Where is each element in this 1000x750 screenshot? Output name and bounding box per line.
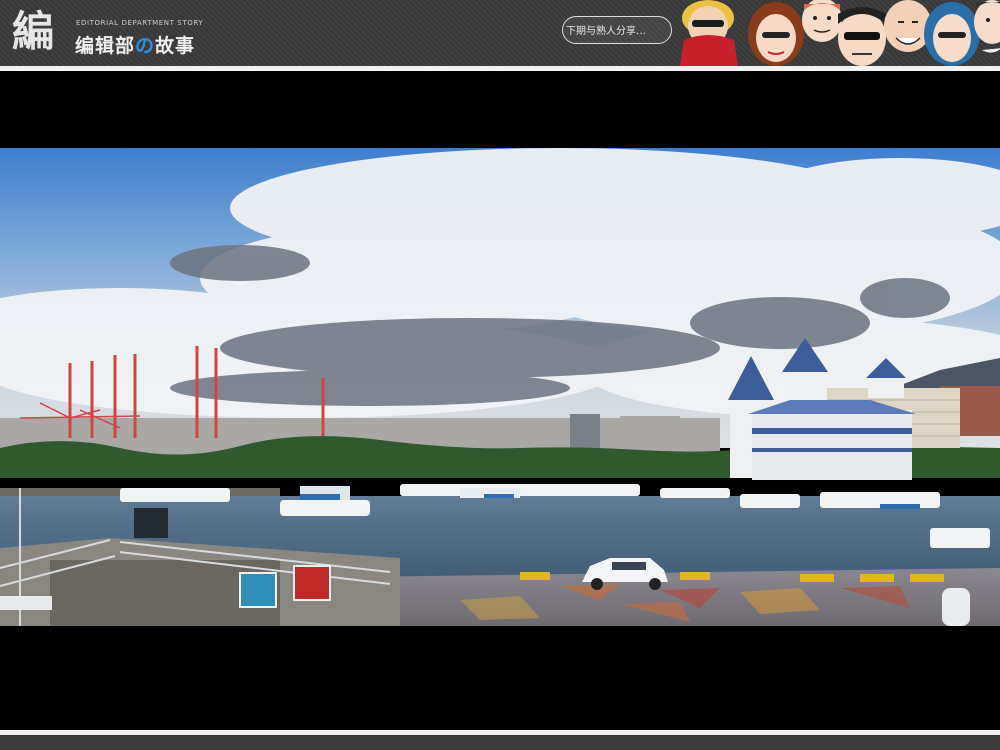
logo-glyph: 編 <box>12 7 54 56</box>
logo-subtitle: EDITORIAL DEPARTMENT STORY <box>76 19 204 27</box>
cartoon-face-1 <box>680 0 738 66</box>
cartoon-faces-illustration <box>680 0 1000 66</box>
logo-title: 编辑部の故事 <box>75 31 195 58</box>
logo-title-part-a: 编辑部 <box>75 35 136 57</box>
site-footer <box>0 735 1000 750</box>
header-divider <box>0 66 1000 71</box>
cartoon-face-2 <box>748 2 804 66</box>
logo-title-part-b: 故事 <box>155 35 196 57</box>
harbor-photo <box>0 148 1000 626</box>
cartoon-face-6 <box>924 2 980 66</box>
dock-hut <box>134 508 168 538</box>
foreground-post <box>942 588 970 626</box>
cartoon-face-4 <box>838 7 886 66</box>
cartoon-face-3 <box>802 0 842 42</box>
foreground-sign <box>0 596 52 610</box>
logo-title-no: の <box>135 35 156 57</box>
cartoon-face-5 <box>884 0 932 52</box>
speech-bubble-text: 下期与熟人分享… <box>566 26 646 37</box>
